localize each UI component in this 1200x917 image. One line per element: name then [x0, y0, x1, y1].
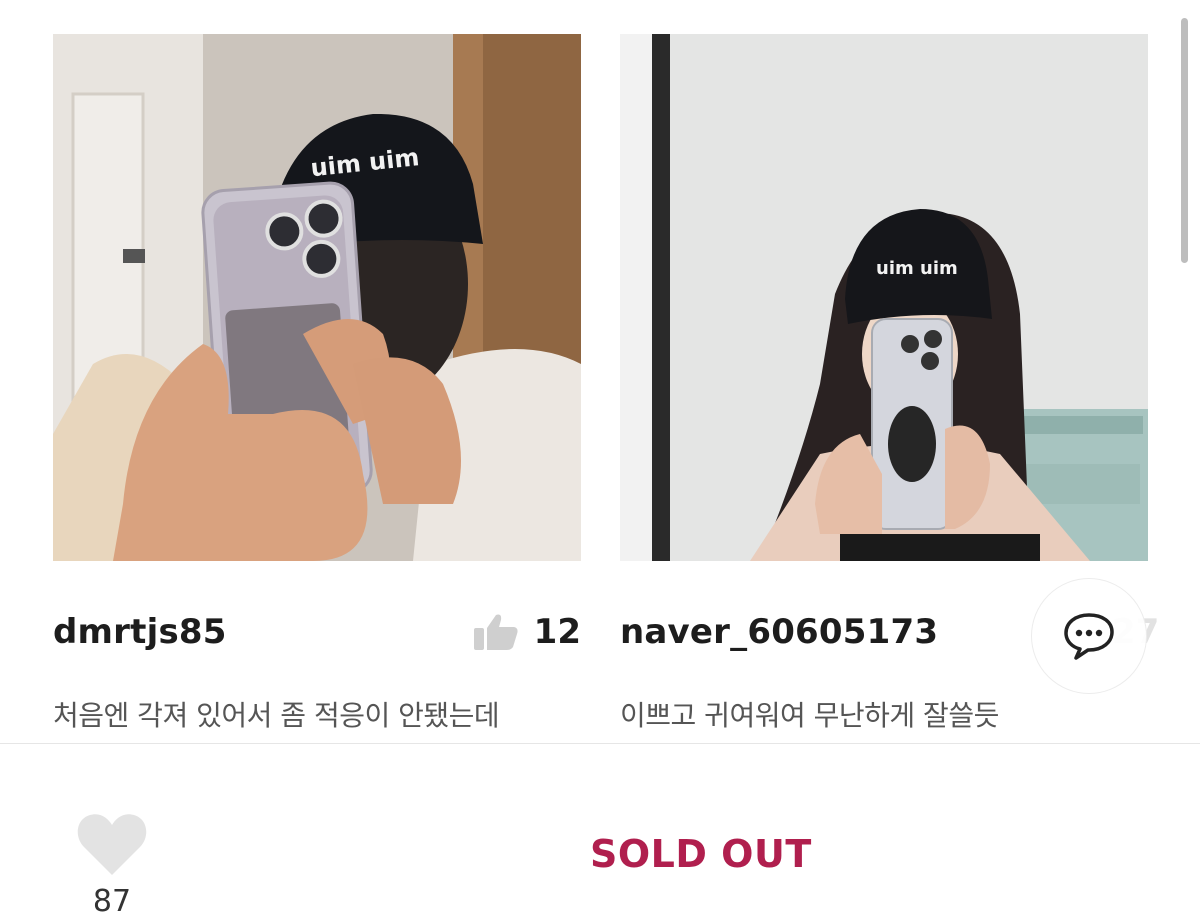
wish-count: 87: [92, 884, 132, 917]
review-text[interactable]: 처음엔 각져 있어서 좀 적응이 안됐는데: [53, 694, 613, 734]
like-counter[interactable]: 12: [472, 612, 581, 652]
review-photo[interactable]: uim uim: [620, 34, 1148, 561]
review-username[interactable]: dmrtjs85: [53, 612, 227, 652]
review-card[interactable]: uim uim dmrtjs85 12 처음엔 각져 있어서 좀 적응이 안됐는…: [53, 34, 581, 732]
cap-text: uim uim: [876, 258, 958, 279]
review-photo[interactable]: uim uim: [53, 34, 581, 561]
bottom-action-bar: 87 SOLD OUT: [0, 743, 1200, 917]
chat-bubble-icon: [1064, 613, 1114, 660]
review-card[interactable]: uim uim naver_60605173 이쁘고 귀여워여 무난하게 잘쓸듯: [620, 34, 1148, 732]
review-username[interactable]: naver_60605173: [620, 612, 938, 652]
review-photo-image: uim uim: [53, 34, 581, 561]
heart-icon[interactable]: [76, 809, 148, 879]
chat-button[interactable]: [1031, 578, 1147, 694]
review-photo-image: uim uim: [620, 34, 1148, 561]
like-count: 12: [533, 612, 581, 652]
thumbs-up-icon[interactable]: [472, 612, 520, 652]
review-text[interactable]: 이쁘고 귀여워여 무난하게 잘쓸듯: [620, 694, 1180, 734]
sold-out-status: SOLD OUT: [590, 832, 812, 876]
scrollbar[interactable]: [1181, 18, 1188, 263]
review-meta: dmrtjs85 12: [53, 612, 581, 662]
product-reviews-page: uim uim dmrtjs85 12 처음엔 각져 있어서 좀 적응이 안됐는…: [0, 0, 1200, 917]
